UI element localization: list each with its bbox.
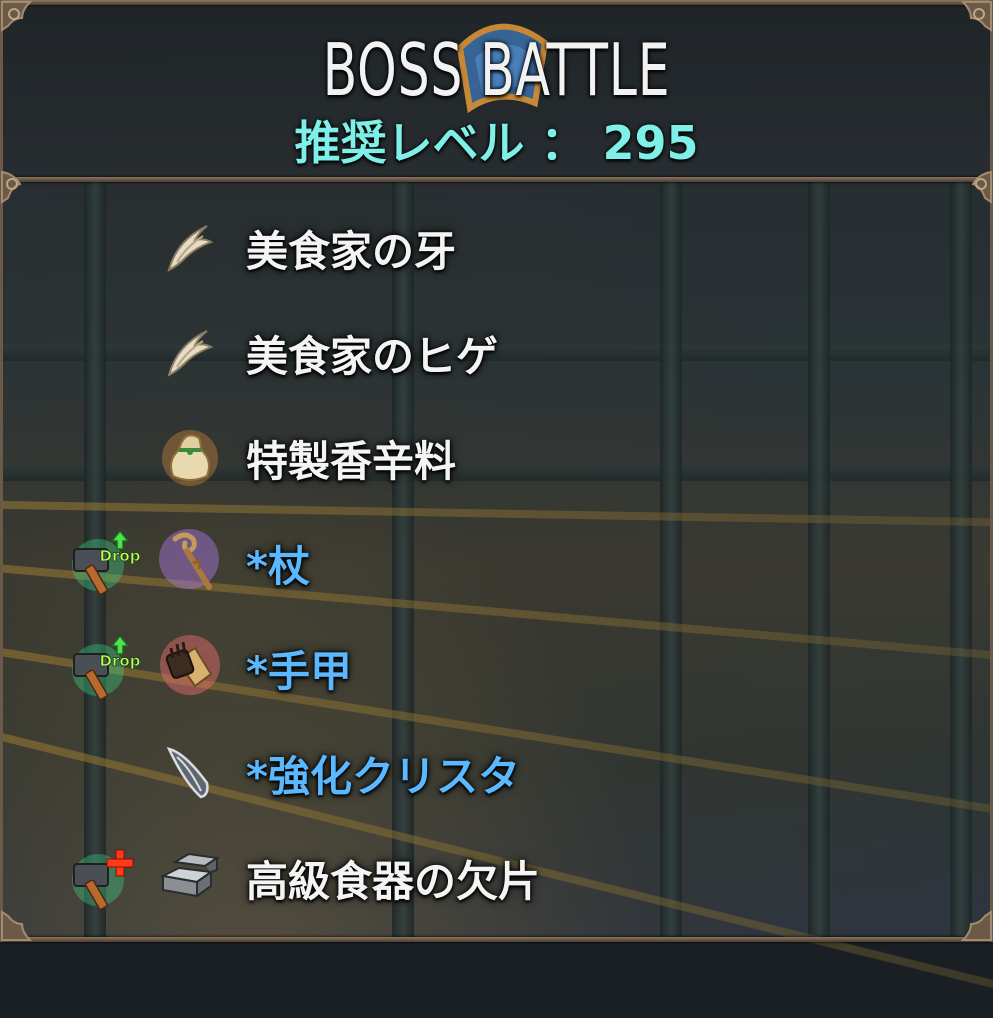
hammer-drop-icon: Drop (72, 529, 140, 596)
fang-icon (167, 330, 214, 377)
boss-header: BOSS BATTLE 推奨レベル ： 295 (0, 0, 993, 178)
hammer-drop-icon: Drop (72, 634, 140, 701)
item-label: *強化クリスタ (246, 752, 520, 801)
hammer-plus-icon (72, 849, 134, 911)
reward-item[interactable]: Drop *手甲 (0, 620, 993, 710)
frame-bottom (0, 937, 993, 942)
reward-item[interactable]: *強化クリスタ (0, 725, 993, 815)
page-title: BOSS BATTLE (322, 28, 671, 112)
reward-item[interactable]: 高級食器の欠片 (0, 830, 993, 920)
item-label: 高級食器の欠片 (246, 857, 541, 906)
gauntlet-icon (160, 635, 220, 695)
drop-badge-text: Drop (100, 652, 140, 670)
item-label: *杖 (246, 542, 310, 591)
reward-item[interactable]: 美食家のヒゲ (0, 305, 993, 395)
item-label: 美食家の牙 (246, 227, 457, 276)
frame-top (0, 0, 993, 5)
crystal-icon (166, 747, 209, 799)
item-label: *手甲 (246, 647, 352, 696)
spice-bag-icon (162, 430, 218, 486)
fang-icon (167, 225, 214, 272)
reward-item[interactable]: 美食家の牙 (0, 200, 993, 290)
corner-ornament-icon (1, 0, 33, 32)
item-label: 美食家のヒゲ (246, 332, 499, 381)
item-label: 特製香辛料 (246, 437, 457, 486)
reward-item[interactable]: Drop *杖 (0, 515, 993, 605)
recommended-level: 推奨レベル ： 295 (294, 116, 699, 170)
drop-badge-text: Drop (100, 547, 140, 565)
corner-ornament-icon (971, 170, 992, 204)
corner-ornament-icon (960, 0, 992, 32)
corner-ornament-icon (1, 170, 22, 204)
staff-icon (159, 529, 219, 590)
metal-ingot-icon (159, 852, 220, 898)
frame-divider (0, 177, 993, 182)
reward-item[interactable]: 特製香辛料 (0, 410, 993, 500)
